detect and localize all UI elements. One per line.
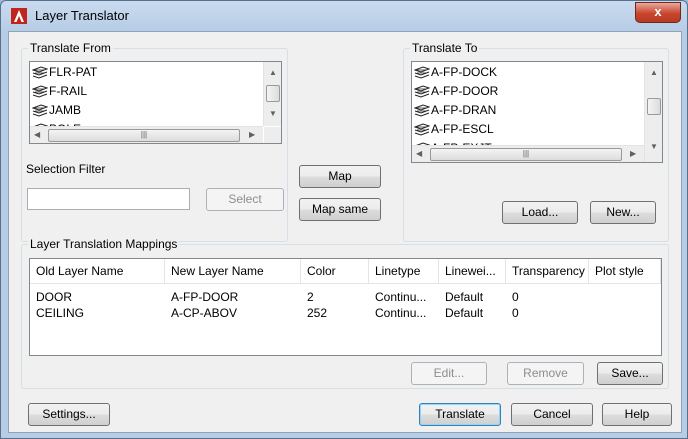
scroll-left-icon[interactable]: ◀: [416, 149, 422, 159]
translate-from-vscrollbar[interactable]: ▲ ▼: [263, 62, 281, 126]
layer-list-item[interactable]: F-RAIL: [30, 82, 281, 101]
layer-name: A-FP-DOOR: [431, 84, 499, 98]
scroll-thumb[interactable]: |||: [430, 148, 622, 161]
remove-button[interactable]: Remove: [507, 362, 584, 385]
mappings-label: Layer Translation Mappings: [28, 237, 180, 251]
save-button[interactable]: Save...: [597, 362, 663, 385]
help-button[interactable]: Help: [602, 403, 672, 426]
table-cell: CEILING: [36, 306, 85, 320]
translate-to-hscrollbar[interactable]: ◀ ||| ▶: [412, 145, 644, 162]
table-cell: Continu...: [375, 290, 427, 304]
layer-list-item[interactable]: A-FP-ESCL: [412, 120, 662, 139]
layer-list-item[interactable]: JAMB: [30, 101, 281, 120]
scroll-right-icon[interactable]: ▶: [630, 149, 636, 159]
column-header[interactable]: Linewei...: [439, 259, 506, 283]
table-row[interactable]: CEILING A-CP-ABOV 252 Continu... Default 0: [30, 305, 661, 321]
close-button[interactable]: x: [635, 2, 681, 23]
scroll-thumb[interactable]: |||: [48, 129, 240, 142]
layer-stack-icon: [31, 103, 49, 118]
layer-stack-icon: [31, 84, 49, 99]
column-header[interactable]: Plot style: [589, 259, 661, 283]
translate-from-label: Translate From: [28, 41, 113, 55]
column-header[interactable]: Old Layer Name: [30, 259, 165, 283]
column-header[interactable]: Color: [301, 259, 369, 283]
load-button[interactable]: Load...: [502, 201, 578, 224]
scroll-thumb[interactable]: [266, 85, 280, 102]
table-cell: 2: [307, 290, 314, 304]
layer-list-item[interactable]: A-FP-DRAN: [412, 101, 662, 120]
map-button[interactable]: Map: [299, 165, 381, 188]
mappings-table-header: Old Layer Name New Layer Name Color Linetyp…: [30, 259, 661, 284]
translate-from-group: Translate From FLR-PATF-RAILJAMBPOLE ▲ ▼…: [21, 41, 288, 242]
dialog-client-area: Translate From FLR-PATF-RAILJAMBPOLE ▲ ▼…: [8, 31, 682, 433]
layer-stack-icon: [413, 122, 431, 137]
translate-from-list[interactable]: FLR-PATF-RAILJAMBPOLE ▲ ▼ ◀ ||| ▶: [29, 61, 282, 144]
layer-name: JAMB: [49, 103, 82, 117]
new-button[interactable]: New...: [590, 201, 656, 224]
layer-name: A-FP-ESCL: [431, 122, 494, 136]
column-header[interactable]: Linetype: [369, 259, 439, 283]
edit-button[interactable]: Edit...: [411, 362, 487, 385]
layer-list-item[interactable]: A-FP-DOCK: [412, 63, 662, 82]
scroll-up-icon[interactable]: ▲: [269, 68, 277, 78]
layer-translator-window: Layer Translator x Translate From FLR-PA…: [0, 0, 688, 439]
window-title: Layer Translator: [35, 8, 129, 23]
layer-list-item[interactable]: A-FP-DOOR: [412, 82, 662, 101]
scroll-thumb[interactable]: [647, 98, 661, 115]
scroll-down-icon[interactable]: ▼: [650, 142, 658, 152]
mappings-table[interactable]: Old Layer Name New Layer Name Color Linetyp…: [29, 258, 662, 356]
selection-filter-input[interactable]: [27, 188, 190, 210]
scroll-right-icon[interactable]: ▶: [249, 130, 255, 140]
table-cell: A-FP-DOOR: [171, 290, 239, 304]
scroll-left-icon[interactable]: ◀: [34, 130, 40, 140]
scroll-down-icon[interactable]: ▼: [269, 109, 277, 119]
layer-stack-icon: [413, 84, 431, 99]
translate-to-list[interactable]: A-FP-DOCKA-FP-DOORA-FP-DRANA-FP-ESCLA-FP…: [411, 61, 663, 163]
scroll-up-icon[interactable]: ▲: [650, 68, 658, 78]
column-header[interactable]: Transparency: [506, 259, 589, 283]
table-cell: 0: [512, 290, 519, 304]
layer-name: F-RAIL: [49, 84, 88, 98]
layer-name: A-FP-DOCK: [431, 65, 497, 79]
settings-button[interactable]: Settings...: [28, 403, 110, 426]
autocad-icon: [11, 8, 27, 24]
layer-list-item[interactable]: FLR-PAT: [30, 63, 281, 82]
translate-button[interactable]: Translate: [419, 403, 501, 426]
table-cell: A-CP-ABOV: [171, 306, 238, 320]
table-cell: DOOR: [36, 290, 72, 304]
selection-filter-label: Selection Filter: [26, 162, 106, 176]
title-bar[interactable]: Layer Translator x: [1, 1, 687, 31]
layer-stack-icon: [413, 65, 431, 80]
layer-stack-icon: [31, 65, 49, 80]
cancel-button[interactable]: Cancel: [511, 403, 593, 426]
map-same-button[interactable]: Map same: [299, 198, 381, 221]
column-header[interactable]: New Layer Name: [165, 259, 301, 283]
table-cell: Default: [445, 290, 484, 304]
translate-to-vscrollbar[interactable]: ▲ ▼: [644, 62, 662, 162]
translate-to-group: Translate To A-FP-DOCK A-FP-DOOR A-FP-DRAN…: [403, 41, 669, 242]
table-cell: 252: [307, 306, 328, 320]
table-row[interactable]: DOOR A-FP-DOOR 2 Continu... Default 0: [30, 289, 661, 305]
select-button[interactable]: Select: [206, 188, 284, 211]
table-cell: Continu...: [375, 306, 427, 320]
layer-name: A-FP-DRAN: [431, 103, 497, 117]
layer-stack-icon: [413, 103, 431, 118]
translate-to-label: Translate To: [410, 41, 480, 55]
translate-from-hscrollbar[interactable]: ◀ ||| ▶: [30, 126, 263, 143]
layer-name: FLR-PAT: [49, 65, 98, 79]
layer-translation-mappings-group: Layer Translation Mappings Old Layer Nam…: [21, 237, 669, 389]
table-cell: 0: [512, 306, 519, 320]
table-cell: Default: [445, 306, 484, 320]
